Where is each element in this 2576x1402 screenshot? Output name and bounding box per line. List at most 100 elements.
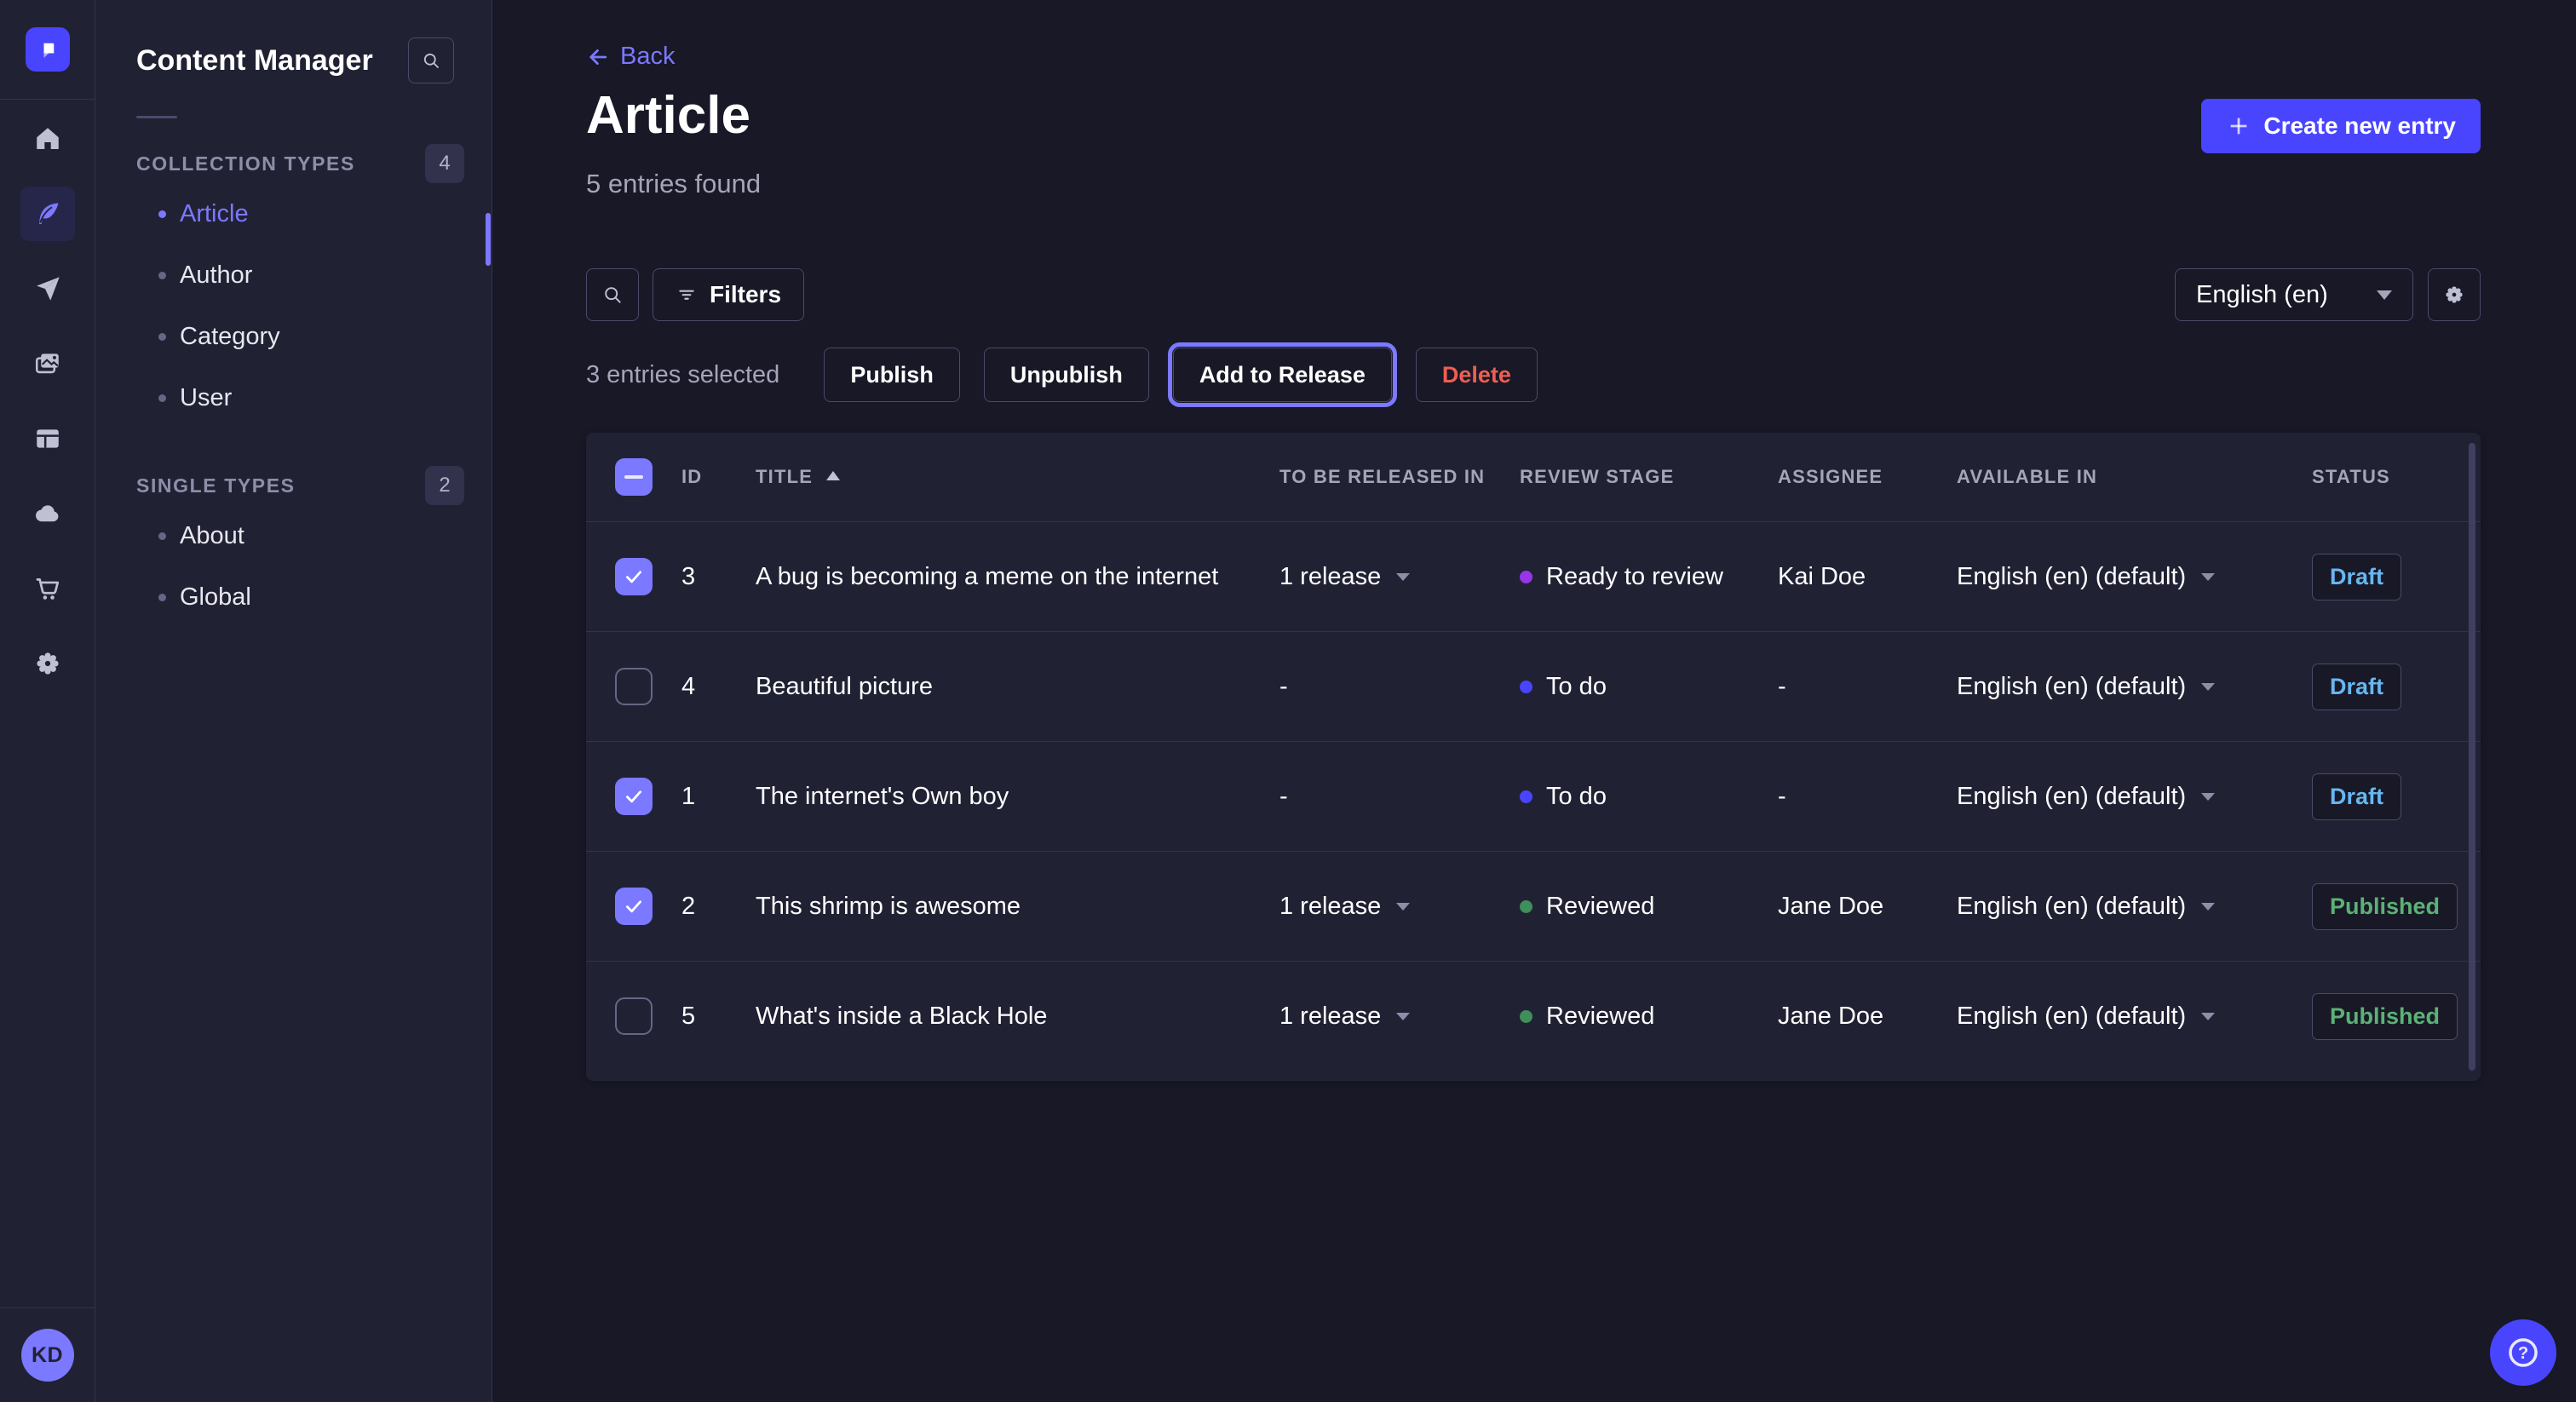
settings-icon[interactable]	[20, 636, 75, 691]
table-row[interactable]: 4 Beautiful picture - To do - English (e…	[586, 631, 2481, 741]
review-stage-dot	[1520, 1010, 1532, 1023]
table-row[interactable]: 1 The internet's Own boy - To do - Engli…	[586, 741, 2481, 851]
bullet-icon	[158, 272, 166, 279]
locale-caret[interactable]	[2201, 683, 2215, 691]
section-label: SINGLE TYPES	[136, 474, 296, 497]
cell-title: What's inside a Black Hole	[756, 1003, 1279, 1031]
sidebar-item-user[interactable]: User	[95, 367, 492, 428]
select-all-checkbox[interactable]	[615, 458, 653, 496]
locale-caret[interactable]	[2201, 793, 2215, 801]
row-checkbox[interactable]	[615, 668, 653, 705]
row-checkbox[interactable]	[615, 558, 653, 595]
releases-icon[interactable]	[20, 261, 75, 316]
review-stage-dot	[1520, 571, 1532, 583]
divider	[136, 116, 177, 118]
table-header-row: ID TITLE TO BE RELEASED IN REVIEW STAGE …	[586, 433, 2481, 521]
content-type-builder-icon[interactable]	[20, 411, 75, 466]
review-stage-dot	[1520, 790, 1532, 803]
cell-id: 4	[681, 673, 756, 701]
sidebar-item-category[interactable]: Category	[95, 306, 492, 367]
unpublish-button[interactable]: Unpublish	[984, 348, 1149, 402]
column-header-id[interactable]: ID	[681, 466, 756, 488]
release-caret[interactable]	[1396, 573, 1410, 581]
selection-count: 3 entries selected	[586, 361, 779, 389]
filters-button[interactable]: Filters	[653, 268, 804, 321]
cell-available-in: English (en) (default)	[1957, 673, 2312, 701]
publish-button[interactable]: Publish	[824, 348, 960, 402]
create-new-entry-button[interactable]: Create new entry	[2201, 99, 2481, 153]
entries-count: 5 entries found	[586, 169, 761, 199]
column-header-assignee[interactable]: ASSIGNEE	[1778, 466, 1957, 488]
table-scrollbar[interactable]	[2469, 443, 2475, 1071]
cloud-icon[interactable]	[20, 486, 75, 541]
status-badge: Draft	[2312, 554, 2401, 600]
sidebar-item-article[interactable]: Article	[95, 183, 492, 244]
sidebar-item-about[interactable]: About	[95, 505, 492, 566]
check-icon	[622, 565, 646, 589]
sort-ascending-icon	[826, 471, 840, 480]
locale-select[interactable]: English (en)	[2175, 268, 2413, 321]
section-label: COLLECTION TYPES	[136, 152, 355, 175]
bulk-actions-bar: 3 entries selected Publish Unpublish Add…	[586, 348, 1538, 402]
status-badge: Draft	[2312, 773, 2401, 820]
sidebar-item-author[interactable]: Author	[95, 244, 492, 306]
section-count-badge: 4	[425, 144, 464, 183]
cell-id: 3	[681, 563, 756, 591]
locale-caret[interactable]	[2201, 1013, 2215, 1020]
cell-assignee: Jane Doe	[1778, 893, 1957, 921]
bullet-icon	[158, 532, 166, 540]
arrow-left-icon	[586, 45, 610, 69]
table-row[interactable]: 2 This shrimp is awesome 1 release Revie…	[586, 851, 2481, 961]
row-checkbox[interactable]	[615, 778, 653, 815]
sidebar-item-global[interactable]: Global	[95, 566, 492, 628]
cell-release: 1 release	[1279, 1003, 1520, 1031]
status-badge: Draft	[2312, 664, 2401, 710]
subnav-title: Content Manager	[136, 44, 373, 78]
cell-available-in: English (en) (default)	[1957, 783, 2312, 811]
locale-caret[interactable]	[2201, 903, 2215, 911]
column-header-review-stage[interactable]: REVIEW STAGE	[1520, 466, 1778, 488]
home-icon[interactable]	[20, 112, 75, 166]
help-button[interactable]: ?	[2490, 1319, 2556, 1386]
content-manager-icon[interactable]	[20, 187, 75, 241]
status-badge: Published	[2312, 883, 2458, 930]
row-checkbox[interactable]	[615, 997, 653, 1035]
media-library-icon[interactable]	[20, 336, 75, 391]
cell-release: 1 release	[1279, 563, 1520, 591]
add-to-release-button[interactable]: Add to Release	[1173, 348, 1392, 402]
locale-caret[interactable]	[2201, 573, 2215, 581]
cell-title: This shrimp is awesome	[756, 893, 1279, 921]
cell-release: -	[1279, 783, 1520, 811]
table-row[interactable]: 5 What's inside a Black Hole 1 release R…	[586, 961, 2481, 1071]
column-header-title[interactable]: TITLE	[756, 466, 1279, 488]
search-icon[interactable]	[586, 268, 639, 321]
column-header-to-be-released-in[interactable]: TO BE RELEASED IN	[1279, 466, 1520, 488]
settings-icon[interactable]	[2428, 268, 2481, 321]
marketplace-icon[interactable]	[20, 561, 75, 616]
sidebar-item-label: User	[180, 384, 232, 412]
cell-id: 2	[681, 893, 756, 921]
locale-value: English (en)	[2196, 281, 2328, 309]
entries-table: ID TITLE TO BE RELEASED IN REVIEW STAGE …	[586, 433, 2481, 1081]
rail-logo-area	[0, 0, 95, 100]
search-icon[interactable]	[408, 37, 454, 83]
cell-assignee: -	[1778, 673, 1957, 701]
delete-button[interactable]: Delete	[1416, 348, 1538, 402]
avatar[interactable]: KD	[21, 1329, 74, 1382]
table-row[interactable]: 3 A bug is becoming a meme on the intern…	[586, 521, 2481, 631]
back-link[interactable]: Back	[586, 43, 675, 71]
release-caret[interactable]	[1396, 903, 1410, 911]
main-nav-rail: KD	[0, 0, 95, 1402]
row-checkbox[interactable]	[615, 888, 653, 925]
plus-icon	[2226, 113, 2251, 139]
bullet-icon	[158, 333, 166, 341]
column-header-available-in[interactable]: AVAILABLE IN	[1957, 466, 2312, 488]
question-mark-icon: ?	[2504, 1334, 2542, 1371]
cell-review-stage: Reviewed	[1520, 1003, 1778, 1031]
strapi-logo[interactable]	[26, 27, 70, 72]
release-caret[interactable]	[1396, 1013, 1410, 1020]
check-icon	[622, 784, 646, 808]
cell-release: -	[1279, 673, 1520, 701]
column-header-status[interactable]: STATUS	[2312, 466, 2481, 488]
cell-assignee: Kai Doe	[1778, 563, 1957, 591]
